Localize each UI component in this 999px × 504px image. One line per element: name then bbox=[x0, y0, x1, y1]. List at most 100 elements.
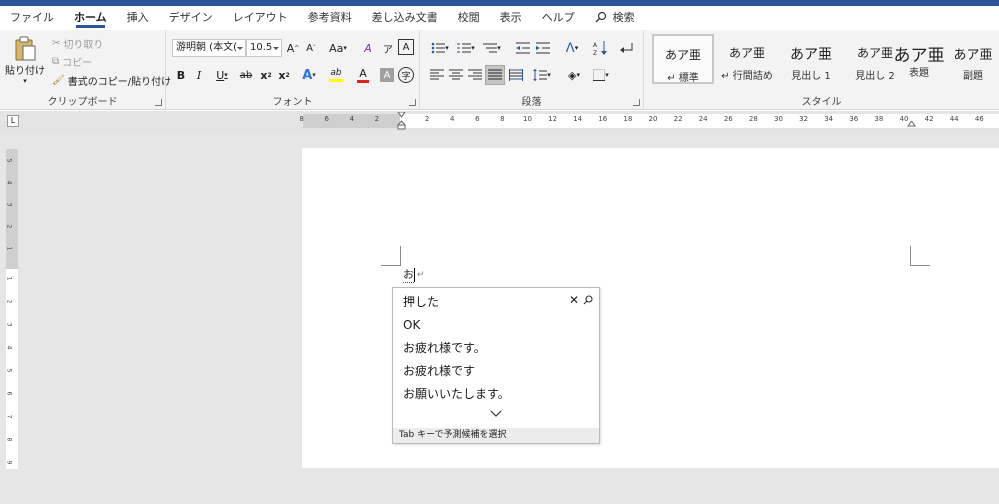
superscript-button[interactable]: x2 bbox=[276, 66, 292, 84]
clipboard-launcher-icon[interactable] bbox=[155, 99, 162, 106]
change-case-button[interactable]: Aa ▾ bbox=[326, 39, 350, 57]
character-border-button[interactable]: A bbox=[398, 39, 414, 55]
ruler-tick-label: 12 bbox=[548, 115, 558, 123]
phonetic-guide-button[interactable]: ア bbox=[380, 39, 396, 57]
paragraph-launcher-icon[interactable] bbox=[633, 99, 640, 106]
tab-file[interactable]: ファイル bbox=[0, 6, 64, 30]
tab-home[interactable]: ホーム bbox=[64, 6, 117, 30]
enclose-characters-button[interactable]: 字 bbox=[398, 67, 414, 83]
show-hide-marks-button[interactable] bbox=[618, 39, 636, 57]
style-subtitle[interactable]: あア亜 副題 bbox=[942, 34, 999, 84]
font-name-combo[interactable]: 游明朝 (本文( bbox=[172, 39, 246, 57]
font-color-icon: A bbox=[359, 66, 367, 80]
ruler-tick-label: 1 bbox=[5, 276, 13, 281]
tab-layout[interactable]: レイアウト bbox=[223, 6, 298, 30]
tab-view[interactable]: 表示 bbox=[490, 6, 532, 30]
font-launcher-icon[interactable] bbox=[409, 99, 416, 106]
search-icon[interactable] bbox=[583, 295, 593, 305]
tab-selector[interactable]: L bbox=[7, 115, 19, 127]
ruler-tick-label: 22 bbox=[673, 115, 683, 123]
line-spacing-button[interactable]: ▾ bbox=[530, 66, 554, 84]
style-name: 見出し 1 bbox=[791, 71, 831, 82]
multilevel-list-button[interactable]: ▾ bbox=[480, 39, 504, 57]
chevron-down-icon[interactable] bbox=[490, 410, 502, 418]
chevron-down-icon: ▾ bbox=[445, 44, 449, 52]
style-preview: あア亜 bbox=[953, 48, 993, 63]
tab-insert[interactable]: 挿入 bbox=[117, 6, 159, 30]
tab-design[interactable]: デザイン bbox=[159, 6, 223, 30]
asian-layout-button[interactable]: ᐱ ▾ bbox=[560, 39, 584, 57]
format-painter-label: 書式のコピー/貼り付け bbox=[67, 76, 172, 88]
italic-button[interactable]: I bbox=[192, 66, 206, 84]
style-heading-1[interactable]: あア亜 見出し 1 bbox=[780, 34, 842, 84]
copy-button[interactable]: ⧉ コピー bbox=[52, 54, 92, 69]
tab-mailings[interactable]: 差し込み文書 bbox=[362, 6, 448, 30]
ruler-tick-label: 42 bbox=[924, 115, 934, 123]
increase-indent-button[interactable] bbox=[534, 39, 552, 57]
grow-font-button[interactable]: A ^ bbox=[286, 39, 300, 57]
italic-icon: I bbox=[196, 68, 202, 82]
shrink-font-button[interactable]: Aˇ bbox=[304, 39, 318, 57]
decrease-indent-button[interactable] bbox=[514, 39, 532, 57]
candidate-item[interactable]: OK bbox=[403, 314, 553, 336]
candidate-item[interactable]: 押した bbox=[403, 291, 553, 313]
align-center-button[interactable] bbox=[447, 66, 465, 84]
ruler-bar: L 8 6 4 2 2 4 6 8 10 12 14 16 18 20 22 24 26 28 30 32 34 36 38… bbox=[0, 111, 999, 131]
strikethrough-button[interactable]: ab bbox=[238, 66, 254, 84]
underline-button[interactable]: U ▾ bbox=[210, 66, 234, 84]
bold-icon: B bbox=[176, 68, 186, 82]
enclose-characters-icon: 字 bbox=[401, 71, 411, 82]
sort-button[interactable]: AZ bbox=[592, 39, 610, 57]
subscript-button[interactable]: x2 bbox=[258, 66, 274, 84]
vertical-ruler[interactable]: 5 4 3 2 1 1 2 3 4 5 6 7 8 9 bbox=[5, 149, 18, 469]
font-size-combo[interactable]: 10.5 bbox=[246, 39, 282, 57]
candidate-item[interactable]: お願いいたします。 bbox=[403, 383, 553, 405]
close-icon[interactable]: ✕ bbox=[569, 293, 579, 307]
style-normal[interactable]: あア亜 ↵ 標準 bbox=[652, 34, 714, 84]
ruler-tick-label: 16 bbox=[598, 115, 608, 123]
paste-button[interactable]: 貼り付け ▾ bbox=[5, 34, 45, 86]
character-shading-button[interactable]: A bbox=[380, 68, 394, 82]
paragraph-group-label: 段落 bbox=[521, 97, 542, 108]
style-title[interactable]: あア亜 表題 bbox=[888, 34, 950, 84]
indent-marker-icon[interactable] bbox=[397, 112, 406, 130]
tab-references[interactable]: 参考資料 bbox=[298, 6, 362, 30]
clear-formatting-button[interactable]: A bbox=[360, 39, 376, 57]
ruler-tick-label: 1 bbox=[5, 246, 13, 251]
paste-dropdown-icon[interactable]: ▾ bbox=[23, 77, 27, 85]
bullets-button[interactable]: ▾ bbox=[428, 39, 452, 57]
distributed-button[interactable] bbox=[507, 66, 525, 84]
format-painter-button[interactable]: 🖌 書式のコピー/貼り付け bbox=[52, 73, 172, 88]
asian-layout-icon: ᐱ bbox=[565, 40, 575, 56]
shading-button[interactable]: ◈ ▾ bbox=[562, 66, 586, 84]
right-indent-marker-icon[interactable] bbox=[907, 121, 916, 129]
highlighter-icon: ab bbox=[330, 68, 342, 78]
svg-text:A: A bbox=[593, 42, 598, 49]
paste-label: 貼り付け bbox=[5, 65, 45, 77]
highlight-button[interactable]: ab bbox=[324, 66, 348, 84]
justify-button[interactable] bbox=[485, 65, 505, 85]
font-group-label: フォント bbox=[272, 97, 313, 108]
cut-button[interactable]: ✂ 切り取り bbox=[52, 36, 103, 51]
bold-button[interactable]: B bbox=[174, 66, 188, 84]
ribbon: 貼り付け ▾ ✂ 切り取り ⧉ コピー 🖌 書式のコピー/貼り付け クリップボード 游… bbox=[0, 30, 999, 110]
borders-button[interactable]: ▾ bbox=[588, 66, 614, 84]
search-icon bbox=[595, 11, 606, 23]
font-color-swatch bbox=[357, 79, 369, 83]
decrease-indent-icon bbox=[516, 42, 530, 54]
clipboard-group: 貼り付け ▾ ✂ 切り取り ⧉ コピー 🖌 書式のコピー/貼り付け クリップボード bbox=[0, 30, 171, 110]
candidate-item[interactable]: お疲れ様です bbox=[403, 360, 553, 382]
tell-me-search[interactable]: 検索 bbox=[585, 6, 645, 30]
horizontal-ruler[interactable]: 8 6 4 2 2 4 6 8 10 12 14 16 18 20 22 24 26 28 30 32 34 36 38 40… bbox=[299, 112, 999, 130]
clipboard-group-label: クリップボード bbox=[47, 97, 118, 108]
align-right-button[interactable] bbox=[466, 66, 484, 84]
style-no-spacing[interactable]: あア亜 ↵ 行間詰め bbox=[716, 34, 778, 84]
align-left-button[interactable] bbox=[428, 66, 446, 84]
chevron-down-icon: ▾ bbox=[547, 71, 551, 79]
tab-help[interactable]: ヘルプ bbox=[532, 6, 585, 30]
font-color-button[interactable]: A bbox=[352, 66, 374, 84]
tab-review[interactable]: 校閲 bbox=[448, 6, 490, 30]
candidate-item[interactable]: お疲れ様です。 bbox=[403, 337, 553, 359]
numbering-button[interactable]: ▾ bbox=[454, 39, 478, 57]
text-effects-button[interactable]: A ▾ bbox=[298, 66, 320, 84]
